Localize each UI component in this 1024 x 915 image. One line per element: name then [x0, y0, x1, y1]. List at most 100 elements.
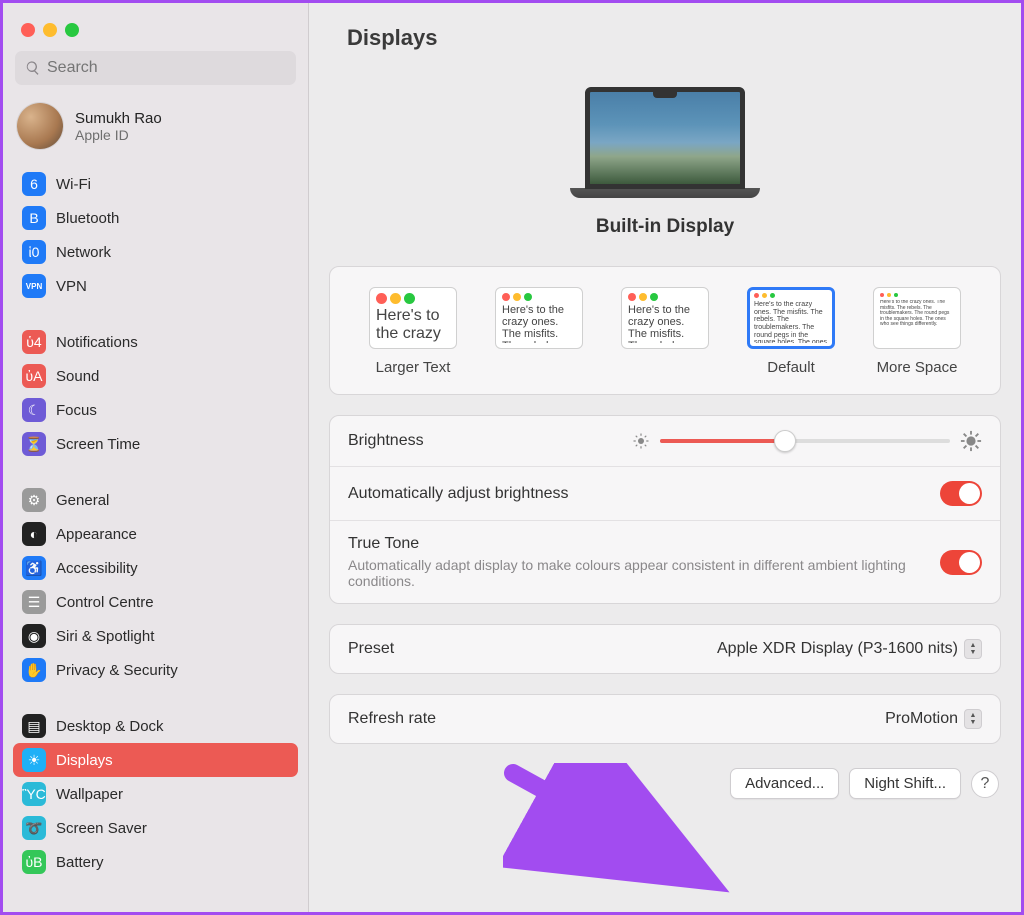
maximize-icon[interactable]: [65, 23, 79, 37]
sidebar-item-wallpaper[interactable]: ὛCWallpaper: [13, 777, 298, 811]
sidebar-item-desktop-dock[interactable]: ▤Desktop & Dock: [13, 709, 298, 743]
sidebar-item-label: Screen Time: [56, 436, 140, 453]
preset-value: Apple XDR Display (P3-1600 nits): [717, 640, 958, 658]
sidebar-item-label: VPN: [56, 278, 87, 295]
brightness-high-icon: [960, 430, 982, 452]
preset-label: Preset: [348, 640, 717, 658]
user-sub: Apple ID: [75, 127, 162, 143]
sidebar-item-label: Siri & Spotlight: [56, 628, 154, 645]
sidebar-item-notifications[interactable]: ὑ4 Notifications: [13, 325, 298, 359]
sidebar-item-label: Battery: [56, 854, 104, 871]
close-icon[interactable]: [21, 23, 35, 37]
sidebar-item-label: Displays: [56, 752, 113, 769]
focus-icon: ☾: [22, 398, 46, 422]
sidebar-item-siri-spotlight[interactable]: ◉Siri & Spotlight: [13, 619, 298, 653]
sidebar-item-label: Privacy & Security: [56, 662, 178, 679]
appearance-icon: ◐: [22, 522, 46, 546]
resolution-option-1[interactable]: Here's to the crazy ones. The misfits. T…: [484, 287, 594, 376]
sidebar-item-wi-fi[interactable]: ὏6 Wi-Fi: [13, 167, 298, 201]
minimize-icon[interactable]: [43, 23, 57, 37]
search-icon: [25, 60, 41, 76]
refresh-select[interactable]: ProMotion ▲▼: [885, 709, 982, 729]
sidebar-item-screen-time[interactable]: ⏳ Screen Time: [13, 427, 298, 461]
night-shift-button[interactable]: Night Shift...: [849, 768, 961, 799]
vpn-icon: VPN: [22, 274, 46, 298]
sidebar-item-focus[interactable]: ☾ Focus: [13, 393, 298, 427]
resolution-picker: Here's to the crazy ones. The misfits. T…: [330, 267, 1000, 394]
sidebar-item-label: Bluetooth: [56, 210, 119, 227]
chevron-updown-icon: ▲▼: [964, 639, 982, 659]
sidebar-item-label: Network: [56, 244, 111, 261]
accessibility-icon: ♿: [22, 556, 46, 580]
sidebar-item-label: Appearance: [56, 526, 137, 543]
sidebar-item-bluetooth[interactable]: B Bluetooth: [13, 201, 298, 235]
apple-id-button[interactable]: Sumukh Rao Apple ID: [3, 97, 308, 163]
hourglass-icon: ⏳: [22, 432, 46, 456]
resolution-panel: Here's to the crazy ones. The misfits. T…: [329, 266, 1001, 395]
resolution-option-3[interactable]: Here's to the crazy ones. The misfits. T…: [736, 287, 846, 376]
sidebar-item-label: Focus: [56, 402, 97, 419]
user-name: Sumukh Rao: [75, 110, 162, 127]
refresh-label: Refresh rate: [348, 710, 885, 728]
sound-icon: ὐA: [22, 364, 46, 388]
resolution-option-2[interactable]: Here's to the crazy ones. The misfits. T…: [610, 287, 720, 376]
displays-icon: ☀: [22, 748, 46, 772]
resolution-label: Default: [767, 359, 815, 376]
wifi-icon: ὏6: [22, 172, 46, 196]
refresh-value: ProMotion: [885, 710, 958, 728]
sidebar-item-appearance[interactable]: ◐ Appearance: [13, 517, 298, 551]
sidebar-item-label: Wi-Fi: [56, 176, 91, 193]
brightness-label: Brightness: [348, 432, 632, 450]
screensaver-icon: ➰: [22, 816, 46, 840]
battery-icon: ὐB: [22, 850, 46, 874]
sidebar-nav: ὏6 Wi-Fi B Bluetooth ἱ0 Network VPN VPN ὑ4 Notifi…: [3, 163, 308, 883]
auto-brightness-toggle[interactable]: [940, 481, 982, 506]
laptop-thumbnail[interactable]: [570, 87, 760, 198]
sidebar-item-label: Screen Saver: [56, 820, 147, 837]
refresh-panel: Refresh rate ProMotion ▲▼: [329, 694, 1001, 744]
preset-select[interactable]: Apple XDR Display (P3-1600 nits) ▲▼: [717, 639, 982, 659]
display-preview: Built-in Display: [309, 59, 1021, 256]
advanced-button[interactable]: Advanced...: [730, 768, 839, 799]
search-input[interactable]: [47, 59, 286, 77]
resolution-option-4[interactable]: Here's to the crazy ones. The misfits. T…: [862, 287, 972, 376]
sidebar-item-accessibility[interactable]: ♿ Accessibility: [13, 551, 298, 585]
preset-panel: Preset Apple XDR Display (P3-1600 nits) …: [329, 624, 1001, 674]
sidebar-item-label: General: [56, 492, 109, 509]
sidebar: Sumukh Rao Apple ID ὏6 Wi-Fi B Bluetooth ἱ0 N…: [3, 3, 309, 912]
true-tone-label: True Tone: [348, 535, 940, 553]
resolution-label: More Space: [877, 359, 958, 376]
chevron-updown-icon: ▲▼: [964, 709, 982, 729]
resolution-option-0[interactable]: Here's to the crazy ones. The misfits. T…: [358, 287, 468, 376]
sidebar-item-vpn[interactable]: VPN VPN: [13, 269, 298, 303]
brightness-low-icon: [632, 432, 650, 450]
main-content: Displays Built-in Display Here's to the …: [309, 3, 1021, 912]
bell-icon: ὑ4: [22, 330, 46, 354]
hand-icon: ✋: [22, 658, 46, 682]
sidebar-item-sound[interactable]: ὐA Sound: [13, 359, 298, 393]
sidebar-item-label: Notifications: [56, 334, 138, 351]
sidebar-item-screen-saver[interactable]: ➰ Screen Saver: [13, 811, 298, 845]
network-icon: ἱ0: [22, 240, 46, 264]
auto-brightness-label: Automatically adjust brightness: [348, 485, 940, 503]
dock-icon: ▤: [22, 714, 46, 738]
sidebar-item-network[interactable]: ἱ0 Network: [13, 235, 298, 269]
bottom-bar: Advanced... Night Shift... ?: [309, 754, 1021, 817]
sidebar-item-label: Accessibility: [56, 560, 138, 577]
search-field[interactable]: [15, 51, 296, 85]
avatar: [17, 103, 63, 149]
brightness-slider[interactable]: [660, 439, 950, 443]
wallpaper-icon: ὛC: [22, 782, 46, 806]
sidebar-item-label: Control Centre: [56, 594, 154, 611]
sidebar-item-battery[interactable]: ὐB Battery: [13, 845, 298, 879]
gear-icon: ⚙: [22, 488, 46, 512]
sidebar-item-label: Sound: [56, 368, 99, 385]
sidebar-item-control-centre[interactable]: ☰Control Centre: [13, 585, 298, 619]
help-button[interactable]: ?: [971, 770, 999, 798]
sidebar-item-displays[interactable]: ☀ Displays: [13, 743, 298, 777]
sidebar-item-general[interactable]: ⚙ General: [13, 483, 298, 517]
bluetooth-icon: B: [22, 206, 46, 230]
sidebar-item-privacy-security[interactable]: ✋ Privacy & Security: [13, 653, 298, 687]
true-tone-toggle[interactable]: [940, 550, 982, 575]
page-title: Displays: [309, 3, 1021, 59]
